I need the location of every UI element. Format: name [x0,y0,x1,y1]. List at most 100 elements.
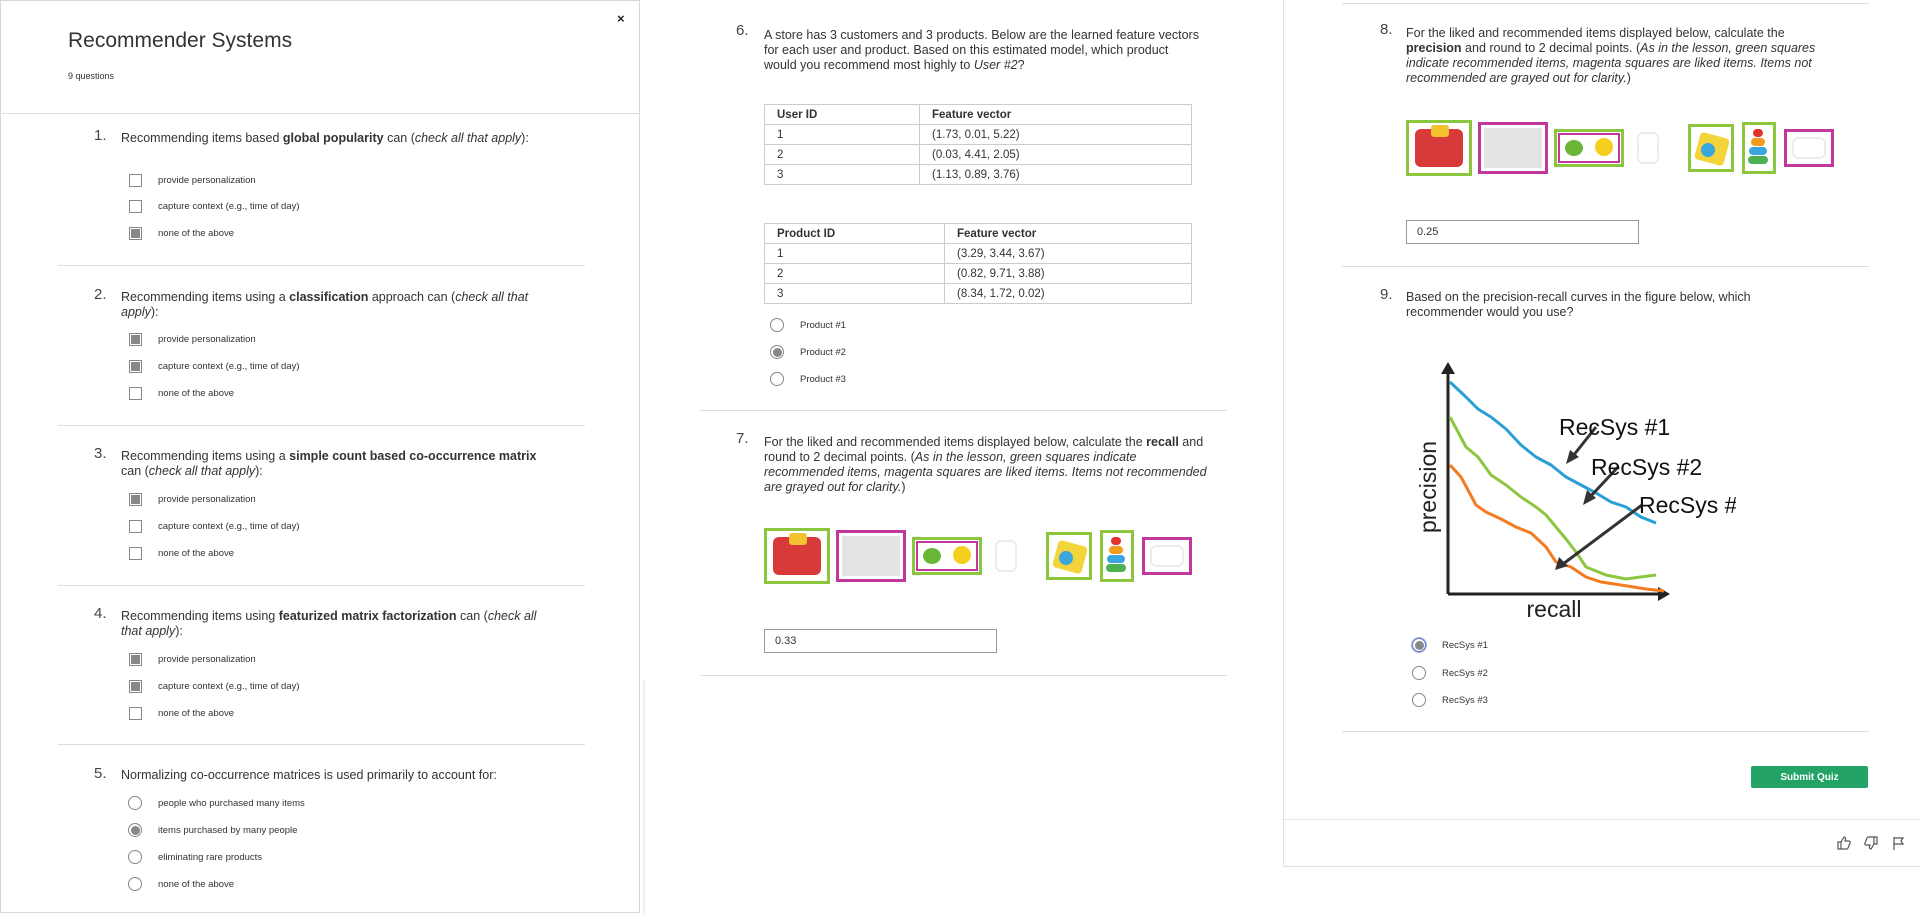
close-icon[interactable]: × [617,11,625,26]
flag-icon[interactable] [1892,836,1906,853]
question-text: For the liked and recommended items disp… [1406,26,1816,85]
question-number: 1. [94,127,107,144]
checkbox-option[interactable]: provide personalization [129,331,256,347]
submit-quiz-button[interactable]: Submit Quiz [1751,766,1868,788]
table-row: 1 (3.29, 3.44, 3.67) [764,243,1192,264]
radio-button[interactable] [128,850,142,864]
option-label: capture context (e.g., time of day) [158,200,300,212]
question-count: 9 questions [68,71,115,81]
option-label: none of the above [158,878,235,890]
checkbox[interactable] [129,546,142,560]
radio-button[interactable] [770,372,784,386]
item-thumbnail [1688,124,1734,172]
checkbox[interactable] [129,332,142,346]
radio-option[interactable]: Product #2 [770,344,846,360]
checkbox-option[interactable]: provide personalization [129,651,256,667]
option-label: capture context (e.g., time of day) [158,520,300,532]
checkbox-option[interactable]: none of the above [129,385,234,401]
checkbox[interactable] [129,226,142,240]
answer-input[interactable]: 0.25 [1406,220,1639,244]
radio-option[interactable]: RecSys #1 [1412,637,1488,653]
table-row: 2 (0.82, 9.71, 3.88) [764,263,1192,284]
item-thumbnail [1784,129,1834,167]
question-text: For the liked and recommended items disp… [764,435,1207,494]
item-thumbnail [1046,532,1092,580]
table-cell: (0.82, 9.71, 3.88) [944,263,1192,284]
y-axis-arrow [1441,362,1455,374]
item-thumbnail [764,528,830,584]
checkbox-option[interactable]: capture context (e.g., time of day) [129,358,300,374]
item-thumbnail [1554,129,1624,167]
checkbox[interactable] [129,199,142,213]
radio-button[interactable] [770,318,784,332]
checkbox-option[interactable]: provide personalization [129,491,256,507]
checkbox[interactable] [129,173,142,187]
series-label: RecSys #1 [1559,414,1670,440]
radio-button[interactable] [128,823,142,837]
quiz-panel-middle: 6. A store has 3 customers and 3 product… [643,0,1283,680]
radio-option[interactable]: people who purchased many items [128,795,305,811]
radio-option[interactable]: Product #3 [770,371,846,387]
checkbox-option[interactable]: none of the above [129,225,234,241]
checkbox-option[interactable]: none of the above [129,545,234,561]
column-header: Product ID [764,223,945,244]
checkbox[interactable] [129,359,142,373]
table-cell: 3 [764,164,920,185]
item-thumbnail [912,537,982,575]
option-label: Product #2 [800,346,846,358]
question-number: 7. [736,430,749,447]
answer-input[interactable]: 0.33 [764,629,997,653]
checkbox[interactable] [129,492,142,506]
radio-button[interactable] [1412,693,1426,707]
question-divider [1342,266,1869,267]
radio-option[interactable]: RecSys #2 [1412,665,1488,681]
item-thumbnails [764,528,1204,584]
radio-button[interactable] [128,796,142,810]
checkbox-option[interactable]: capture context (e.g., time of day) [129,198,300,214]
table-cell: (1.13, 0.89, 3.76) [919,164,1192,185]
question-text: Based on the precision-recall curves in … [1406,290,1751,319]
checkbox[interactable] [129,679,142,693]
checkbox-option[interactable]: none of the above [129,705,234,721]
item-thumbnail [1100,530,1134,582]
option-label: eliminating rare products [158,851,263,863]
radio-button[interactable] [128,877,142,891]
radio-option[interactable]: eliminating rare products [128,849,262,865]
question-divider [58,744,585,745]
item-thumbnail [1478,122,1548,174]
option-label: capture context (e.g., time of day) [158,360,300,372]
question-text: Recommending items based global populari… [121,131,529,145]
radio-button[interactable] [1412,638,1426,652]
y-axis-label: precision [1415,441,1441,533]
thumbs-down-icon[interactable] [1864,836,1878,853]
series-label: RecSys #3 [1639,492,1736,518]
radio-button[interactable] [770,345,784,359]
radio-option[interactable]: RecSys #3 [1412,692,1488,708]
table-cell: 2 [764,144,920,165]
question-divider [1342,3,1869,4]
table-row: 2 (0.03, 4.41, 2.05) [764,144,1192,165]
checkbox[interactable] [129,652,142,666]
checkbox[interactable] [129,706,142,720]
checkbox[interactable] [129,386,142,400]
table-cell: (0.03, 4.41, 2.05) [919,144,1192,165]
option-label: provide personalization [158,333,256,345]
question-divider [700,410,1227,411]
radio-option[interactable]: Product #1 [770,317,846,333]
radio-option[interactable]: none of the above [128,876,234,892]
checkbox-option[interactable]: capture context (e.g., time of day) [129,518,300,534]
checkbox-option[interactable]: capture context (e.g., time of day) [129,678,300,694]
question-text: Recommending items using a simple count … [121,449,537,478]
checkbox[interactable] [129,519,142,533]
radio-button[interactable] [1412,666,1426,680]
precision-recall-chart: precision recall RecSys #1 RecSys #2 Rec… [1415,362,1736,619]
thumbs-up-icon[interactable] [1837,836,1851,853]
quiz-panel-right: 8. For the liked and recommended items d… [1283,0,1920,867]
table-row: 3 (8.34, 1.72, 0.02) [764,283,1192,304]
checkbox-option[interactable]: provide personalization [129,172,256,188]
item-thumbnail [990,535,1022,577]
question-text: Recommending items using featurized matr… [121,609,537,638]
question-text: Normalizing co-occurrence matrices is us… [121,768,497,782]
question-number: 2. [94,286,107,303]
radio-option[interactable]: items purchased by many people [128,822,297,838]
